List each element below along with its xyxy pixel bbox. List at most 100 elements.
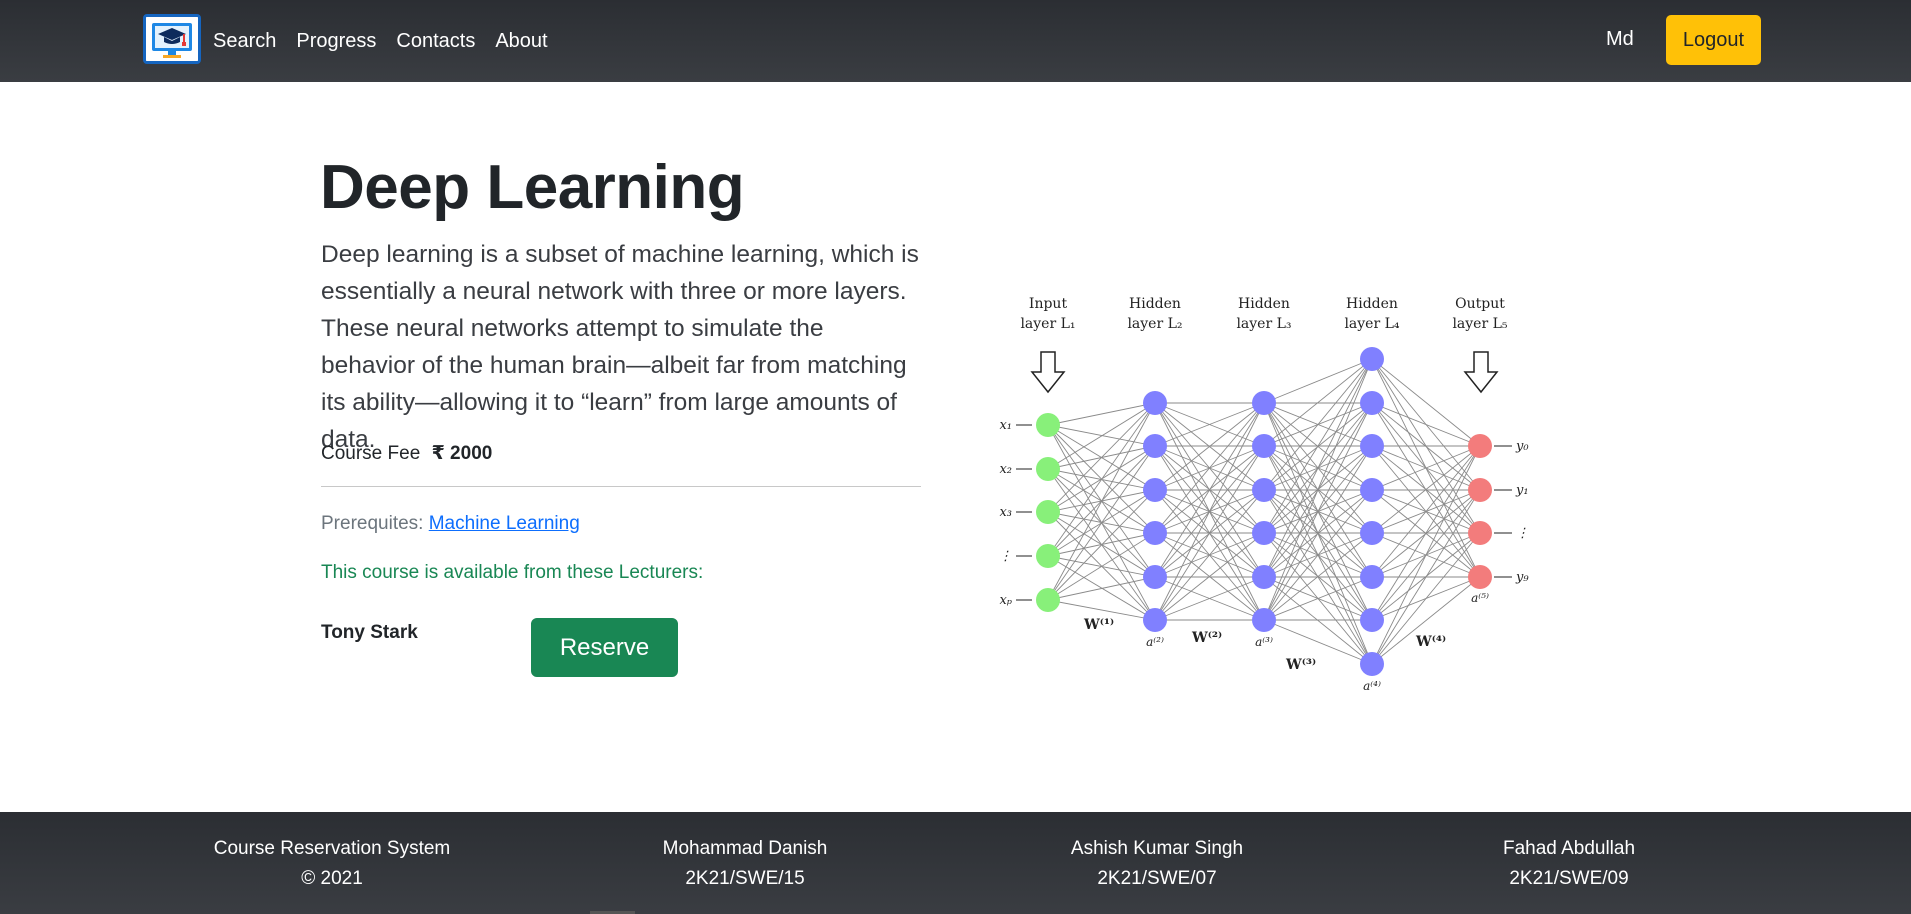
network-node-layer-3 xyxy=(1252,608,1276,632)
nav-link-contacts[interactable]: Contacts xyxy=(396,30,475,53)
network-edge xyxy=(1047,402,1156,470)
footer-author: Ashish Kumar Singh 2K21/SWE/07 xyxy=(992,834,1322,894)
reserve-button[interactable]: Reserve xyxy=(531,618,678,677)
network-edge xyxy=(1263,358,1373,447)
layer-header-2-line2: layer L₂ xyxy=(1127,316,1182,332)
activation-label: a⁽²⁾ xyxy=(1146,635,1164,649)
layer-header-3-line1: Hidden xyxy=(1238,296,1290,312)
network-node-layer-4 xyxy=(1360,391,1384,415)
network-node-layer-5 xyxy=(1468,434,1492,458)
network-node-layer-4 xyxy=(1360,652,1384,676)
network-node-layer-3 xyxy=(1252,565,1276,589)
network-node-layer-1 xyxy=(1036,413,1060,437)
activation-label: a⁽⁴⁾ xyxy=(1363,679,1381,693)
footer-project-name: Course Reservation System xyxy=(213,838,451,859)
network-node-layer-2 xyxy=(1143,434,1167,458)
footer-author-id: 2K21/SWE/15 xyxy=(685,868,805,889)
nav-link-search[interactable]: Search xyxy=(213,30,276,53)
network-node-layer-4 xyxy=(1360,608,1384,632)
footer-author: Fahad Abdullah 2K21/SWE/09 xyxy=(1404,834,1734,894)
network-edge xyxy=(1047,576,1156,601)
layer-header-4-line1: Hidden xyxy=(1346,296,1398,312)
network-node-layer-3 xyxy=(1252,478,1276,502)
prerequisites-label: Prerequites: xyxy=(321,513,424,534)
network-edge xyxy=(1047,402,1156,557)
network-node-layer-5 xyxy=(1468,521,1492,545)
course-fee-value: ₹ 2000 xyxy=(431,443,493,464)
network-node-layer-2 xyxy=(1143,565,1167,589)
lecturer-name: Tony Stark xyxy=(321,622,418,643)
network-edge xyxy=(1371,445,1481,665)
input-label: x₂ xyxy=(999,462,1012,477)
input-label: x₃ xyxy=(999,505,1012,520)
footer-author-id: 2K21/SWE/09 xyxy=(1509,868,1629,889)
course-fee: Course Fee ₹ 2000 xyxy=(321,442,492,465)
network-node-layer-2 xyxy=(1143,608,1167,632)
network-node-layer-1 xyxy=(1036,544,1060,568)
prerequisite-link[interactable]: Machine Learning xyxy=(429,513,580,534)
network-edge xyxy=(1263,358,1373,578)
network-node-layer-1 xyxy=(1036,588,1060,612)
footer-author-name: Fahad Abdullah xyxy=(1502,838,1636,859)
output-label: y₀ xyxy=(1515,439,1529,454)
network-node-layer-1 xyxy=(1036,500,1060,524)
input-label: x₁ xyxy=(999,418,1012,433)
divider xyxy=(321,486,921,487)
output-label: y₁ xyxy=(1515,483,1529,498)
nav-links: Search Progress Contacts About xyxy=(213,0,548,82)
course-title: Deep Learning xyxy=(320,153,745,222)
user-name: Md xyxy=(1606,28,1634,50)
logout-button[interactable]: Logout xyxy=(1666,15,1761,65)
network-edge xyxy=(1047,402,1156,513)
footer: Course Reservation System © 2021 Mohamma… xyxy=(0,812,1911,914)
weight-label: W⁽³⁾ xyxy=(1285,657,1316,673)
layer-header-5-line2: layer L₅ xyxy=(1452,316,1507,332)
course-detail: Deep Learning Deep learning is a subset … xyxy=(0,82,1911,812)
layer-header-2-line1: Hidden xyxy=(1129,296,1181,312)
weight-label: W⁽⁴⁾ xyxy=(1415,634,1446,650)
footer-author-name: Mohammad Danish xyxy=(662,838,828,859)
output-arrow-icon xyxy=(1463,351,1499,394)
network-edge xyxy=(1263,576,1373,665)
input-arrow-icon xyxy=(1030,351,1066,394)
weight-label: W⁽²⁾ xyxy=(1191,630,1222,646)
network-edge xyxy=(1047,402,1156,426)
network-edge xyxy=(1047,489,1156,601)
network-node-layer-4 xyxy=(1360,521,1384,545)
course-image: Input layer L₁ Hidden layer L₂ Hidden la… xyxy=(999,296,1529,693)
lecturers-note: This course is available from these Lect… xyxy=(321,562,704,583)
graduation-cap-logo-icon[interactable] xyxy=(143,14,201,64)
layer-header-1-line2: layer L₁ xyxy=(1020,316,1075,332)
layer-header-3-line2: layer L₃ xyxy=(1236,316,1291,332)
footer-author-name: Ashish Kumar Singh xyxy=(1070,838,1244,859)
network-node-layer-2 xyxy=(1143,478,1167,502)
nav-link-about[interactable]: About xyxy=(495,30,547,53)
network-edge xyxy=(1047,402,1156,601)
network-edge xyxy=(1371,358,1481,447)
activation-label: a⁽³⁾ xyxy=(1255,635,1273,649)
footer-copyright: © 2021 xyxy=(301,868,363,889)
network-edge xyxy=(1371,402,1481,447)
footer-author: Mohammad Danish 2K21/SWE/15 xyxy=(580,834,910,894)
layer-header-1-line1: Input xyxy=(1029,296,1068,312)
network-edge xyxy=(1263,619,1373,665)
navbar: Search Progress Contacts About Md Logout xyxy=(0,0,1911,82)
input-label: ⋮ xyxy=(999,549,1012,564)
footer-author-id: 2K21/SWE/07 xyxy=(1097,868,1217,889)
network-node-layer-5 xyxy=(1468,478,1492,502)
input-label: xₚ xyxy=(999,593,1012,608)
network-node-layer-4 xyxy=(1360,434,1384,458)
network-edge xyxy=(1263,358,1373,404)
weight-label: W⁽¹⁾ xyxy=(1083,617,1114,633)
network-node-layer-1 xyxy=(1036,457,1060,481)
output-label: ⋮ xyxy=(1516,526,1529,541)
network-edge xyxy=(1263,358,1373,621)
network-node-layer-5 xyxy=(1468,565,1492,589)
activation-label: a⁽⁵⁾ xyxy=(1471,591,1489,605)
course-fee-label: Course Fee xyxy=(321,443,421,464)
nav-link-progress[interactable]: Progress xyxy=(296,30,376,53)
layer-header-5-line1: Output xyxy=(1455,296,1505,312)
layer-header-4-line2: layer L₄ xyxy=(1344,316,1399,332)
network-node-layer-2 xyxy=(1143,521,1167,545)
network-node-layer-3 xyxy=(1252,434,1276,458)
